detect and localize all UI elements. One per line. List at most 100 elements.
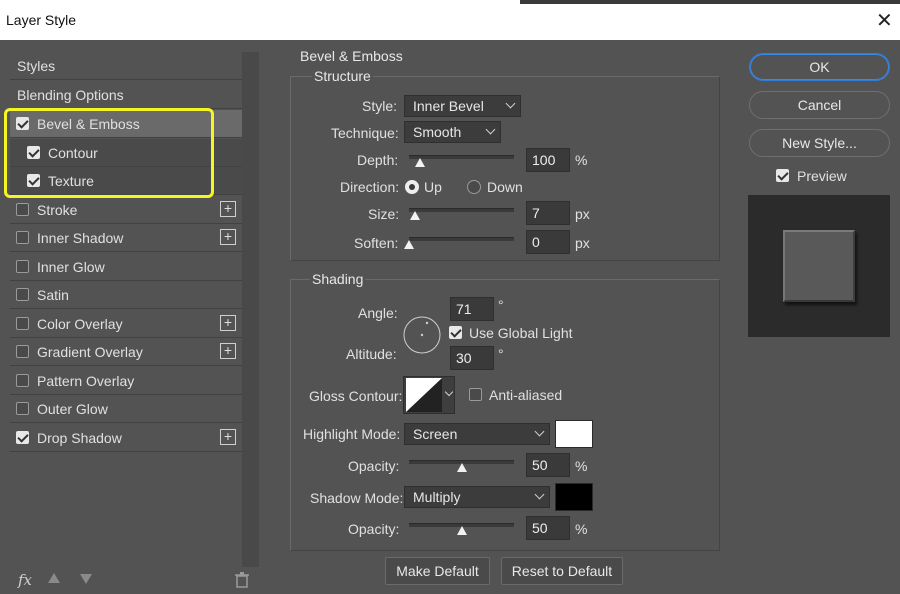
sidebar-item-inner-shadow[interactable]: Inner Shadow + [10, 224, 242, 252]
sidebar-item-label: Satin [37, 287, 69, 303]
inner-glow-checkbox[interactable] [16, 259, 29, 273]
chevron-down-icon [444, 387, 454, 397]
size-input[interactable]: 7 [526, 201, 570, 225]
chevron-down-icon [534, 426, 545, 437]
shadow-mode-value: Multiply [413, 489, 461, 505]
soften-input[interactable]: 0 [526, 230, 570, 254]
shadow-mode-label: Shadow Mode: [310, 490, 404, 506]
sidebar-item-stroke[interactable]: Stroke + [10, 195, 242, 224]
sidebar-item-label: Gradient Overlay [37, 344, 143, 360]
shadow-mode-dropdown[interactable]: Multiply [404, 486, 550, 508]
window-title: Layer Style [6, 12, 77, 28]
add-effect-icon[interactable]: + [220, 343, 236, 359]
shadow-opacity-input[interactable]: 50 [526, 516, 570, 540]
close-icon[interactable]: ✕ [876, 8, 893, 33]
sidebar-item-pattern-overlay[interactable]: Pattern Overlay [10, 366, 242, 395]
use-global-light-checkbox[interactable] [449, 326, 462, 339]
shadow-opacity-unit: % [575, 521, 588, 537]
styles-header[interactable]: Styles [10, 52, 242, 80]
highlight-color-swatch[interactable] [555, 420, 593, 448]
add-effect-icon[interactable]: + [220, 200, 236, 217]
add-effect-icon[interactable]: + [220, 428, 236, 445]
depth-input[interactable]: 100 [526, 148, 570, 172]
style-label: Style: [362, 98, 398, 114]
new-style-button[interactable]: New Style... [749, 129, 890, 157]
move-up-icon[interactable] [48, 573, 60, 583]
size-slider-thumb[interactable] [410, 211, 421, 220]
direction-up-radio[interactable] [405, 180, 419, 194]
cancel-button[interactable]: Cancel [749, 91, 890, 119]
satin-checkbox[interactable] [16, 288, 29, 301]
sidebar-item-color-overlay[interactable]: Color Overlay + [10, 309, 242, 338]
direction-down-label: Down [487, 179, 523, 195]
sidebar-item-label: Color Overlay [37, 315, 123, 332]
reset-to-default-button[interactable]: Reset to Default [501, 557, 623, 585]
sidebar-item-label: Inner Glow [37, 258, 105, 275]
soften-slider-thumb[interactable] [404, 240, 414, 249]
blending-options-item[interactable]: Blending Options [10, 81, 242, 109]
stroke-checkbox[interactable] [16, 202, 29, 216]
angle-label: Angle: [358, 305, 398, 321]
style-dropdown[interactable]: Inner Bevel [404, 95, 521, 117]
background-app-strip [520, 0, 900, 4]
preview-label: Preview [797, 168, 847, 184]
styles-label: Styles [17, 58, 56, 74]
chevron-down-icon [485, 124, 496, 135]
shading-group [290, 279, 720, 551]
size-slider-track[interactable] [409, 208, 514, 212]
chevron-down-icon [534, 489, 545, 500]
altitude-unit: ° [498, 346, 504, 362]
anti-aliased-label: Anti-aliased [489, 387, 563, 403]
structure-heading: Structure [312, 68, 373, 84]
direction-label: Direction: [340, 179, 400, 195]
pattern-overlay-checkbox[interactable] [16, 373, 29, 387]
drop-shadow-checkbox[interactable] [16, 430, 29, 444]
altitude-input[interactable]: 30 [450, 346, 494, 370]
anti-aliased-checkbox[interactable] [469, 388, 482, 401]
title-bar: Layer Style ✕ [0, 0, 900, 40]
soften-slider-track[interactable] [409, 237, 514, 241]
highlight-mode-dropdown[interactable]: Screen [404, 423, 550, 445]
gloss-contour-picker[interactable] [403, 376, 455, 414]
sidebar-item-drop-shadow[interactable]: Drop Shadow + [10, 423, 242, 452]
shadow-opacity-thumb[interactable] [456, 526, 467, 535]
angle-input[interactable]: 71 [450, 297, 494, 321]
depth-slider-track[interactable] [409, 155, 514, 159]
fx-icon[interactable]: fx [18, 571, 32, 589]
add-effect-icon[interactable]: + [220, 314, 236, 331]
preview-checkbox[interactable] [776, 169, 789, 182]
depth-slider-thumb[interactable] [414, 158, 425, 167]
make-default-button[interactable]: Make Default [385, 557, 490, 585]
color-overlay-checkbox[interactable] [16, 316, 29, 330]
direction-down-radio[interactable] [467, 180, 481, 194]
bevel-emboss-heading: Bevel & Emboss [300, 48, 403, 64]
use-global-light-label: Use Global Light [469, 325, 573, 341]
sidebar-item-satin[interactable]: Satin [10, 281, 242, 309]
technique-dropdown[interactable]: Smooth [404, 121, 501, 143]
add-effect-icon[interactable]: + [220, 229, 236, 245]
inner-shadow-checkbox[interactable] [16, 231, 29, 244]
highlight-opacity-input[interactable]: 50 [526, 453, 570, 477]
gradient-overlay-checkbox[interactable] [16, 345, 29, 358]
highlight-opacity-thumb[interactable] [456, 463, 467, 472]
shading-heading: Shading [310, 271, 366, 287]
left-panel-toolbar: fx [10, 570, 260, 592]
angle-dial[interactable] [402, 315, 442, 355]
style-value: Inner Bevel [413, 98, 484, 114]
ok-button[interactable]: OK [749, 53, 890, 81]
styles-list-scrollbar[interactable] [242, 52, 259, 567]
sidebar-item-outer-glow[interactable]: Outer Glow [10, 395, 242, 423]
sidebar-item-label: Inner Shadow [37, 230, 124, 246]
sidebar-item-inner-glow[interactable]: Inner Glow [10, 252, 242, 281]
trash-icon[interactable] [235, 572, 249, 588]
shadow-color-swatch[interactable] [555, 483, 593, 511]
angle-unit: ° [498, 297, 504, 313]
preview-swatch [783, 230, 855, 302]
sidebar-item-label: Pattern Overlay [37, 372, 135, 389]
depth-label: Depth: [357, 152, 399, 168]
outer-glow-checkbox[interactable] [16, 402, 29, 415]
move-down-icon[interactable] [80, 574, 92, 584]
preview-area [748, 195, 890, 337]
size-unit: px [575, 206, 590, 222]
sidebar-item-gradient-overlay[interactable]: Gradient Overlay + [10, 338, 242, 366]
